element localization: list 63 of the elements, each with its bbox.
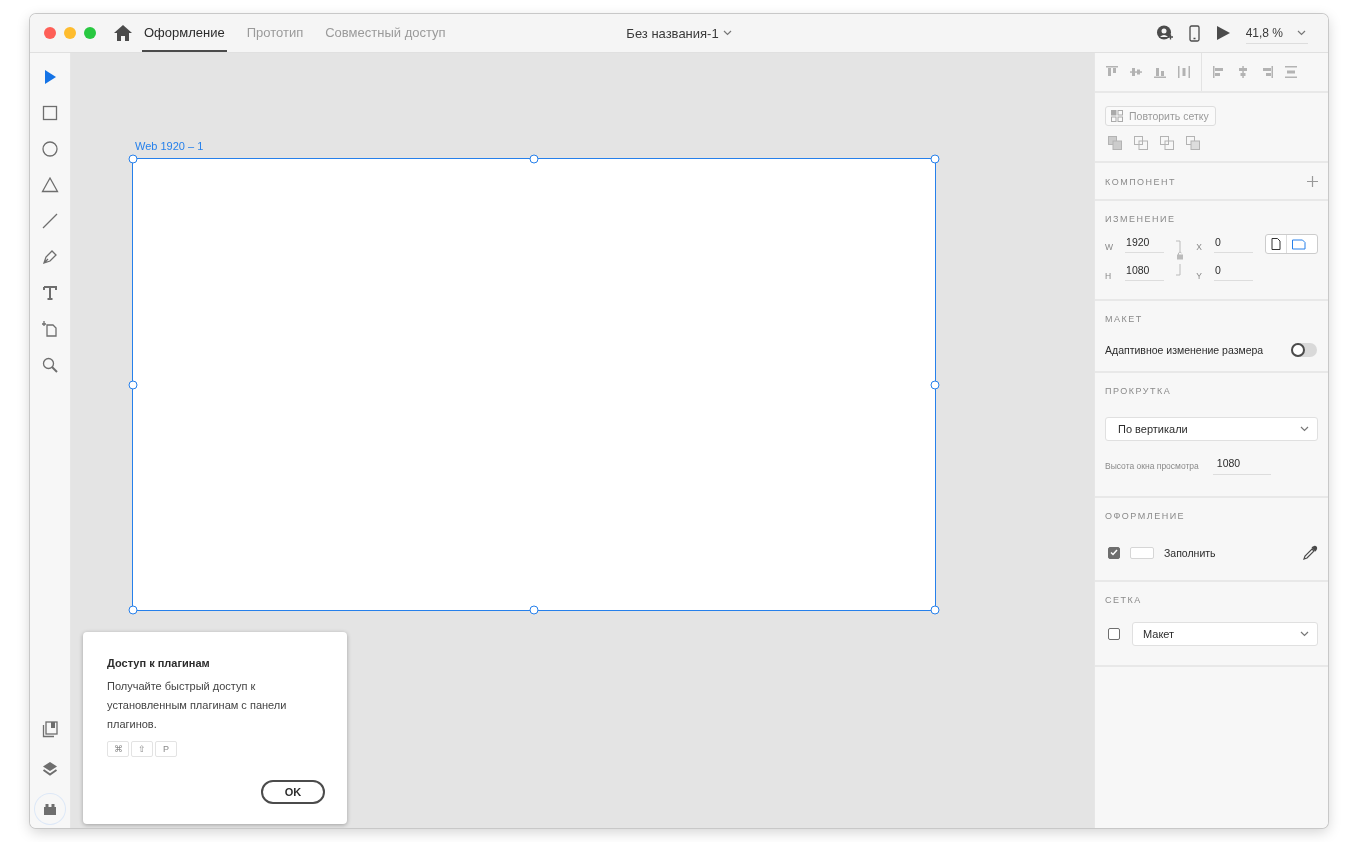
user-add-icon[interactable] [1155,24,1173,42]
resize-handle[interactable] [529,605,539,615]
grid-checkbox[interactable] [1108,628,1120,640]
dimension-field[interactable]: 0 [1213,235,1253,253]
fill-color-swatch[interactable] [1130,546,1154,559]
resize-handle[interactable] [930,154,940,164]
section-title: ОФОРМЛЕНИЕ [1105,511,1187,521]
grid-type-dropdown[interactable]: Макет [1132,622,1318,646]
chevron-down-icon [1300,631,1309,637]
ellipse-tool-icon[interactable] [41,140,59,158]
viewport-height-field[interactable]: 1080 [1212,457,1271,475]
ok-button[interactable]: OK [261,780,325,804]
chevron-down-icon [1297,30,1306,36]
field-label: W [1105,242,1115,252]
grid-icon [1111,110,1123,122]
eyedropper-icon[interactable] [1303,545,1318,560]
section-title: СЕТКА [1105,595,1143,605]
responsive-resize-toggle[interactable] [1291,343,1317,357]
resize-handle[interactable] [529,154,539,164]
chevron-down-icon [722,30,732,36]
zoom-dropdown[interactable]: 41,8 % [1245,22,1308,44]
section-title: КОМПОНЕНТ [1105,176,1177,187]
maximize-window-button[interactable] [84,27,96,39]
section-title: ИЗМЕНЕНИЕ [1105,214,1177,224]
dimension-field[interactable]: 1080 [1125,264,1165,281]
popup-title: Доступ к плагинам [107,657,211,669]
home-icon[interactable] [114,25,132,41]
shortcut-key: P [155,741,177,757]
scroll-dropdown[interactable]: По вертикали [1105,417,1318,441]
close-window-button[interactable] [44,27,56,39]
search-icon[interactable] [41,356,59,374]
chevron-down-icon [1300,426,1309,432]
shortcut-key: ⇧ [131,741,153,757]
pages-icon[interactable] [41,720,59,738]
resize-handle[interactable] [930,380,940,389]
document-title[interactable]: Без названия-1 [626,25,719,41]
layers-icon[interactable] [41,760,59,778]
responsive-resize-label: Адаптивное изменение размера [1105,344,1264,356]
resize-handle[interactable] [128,380,138,389]
pen-tool-icon[interactable] [41,248,59,266]
viewport-height-label: Высота окна просмотра [1105,461,1199,471]
field-label: X [1196,242,1203,252]
add-icon[interactable] [1307,176,1318,187]
play-icon[interactable] [1215,26,1230,40]
dimension-field[interactable]: 0 [1213,264,1253,281]
text-tool-icon[interactable] [41,284,59,302]
section-title: МАКЕТ [1105,314,1144,324]
section-title: ПРОКРУТКА [1105,386,1173,396]
field-label: H [1105,270,1113,281]
mobile-device-icon[interactable] [1188,24,1200,42]
triangle-tool-icon[interactable] [41,176,59,194]
resize-handle[interactable] [930,605,940,615]
fill-label: Заполнить [1164,546,1216,559]
resize-handle[interactable] [128,154,138,164]
rectangle-tool-icon[interactable] [41,104,59,122]
resize-handle[interactable] [128,605,138,615]
dimension-field[interactable]: 1920 [1125,235,1165,253]
artboard-tool-icon[interactable] [41,320,59,338]
field-label: Y [1196,270,1203,281]
fill-checkbox[interactable] [1108,546,1120,559]
line-tool-icon[interactable] [41,212,59,230]
popup-text: Получайте быстрый доступ к установленным плагинам с панели плагинов. [107,679,288,732]
shortcut-key: ⌘ [107,741,129,757]
